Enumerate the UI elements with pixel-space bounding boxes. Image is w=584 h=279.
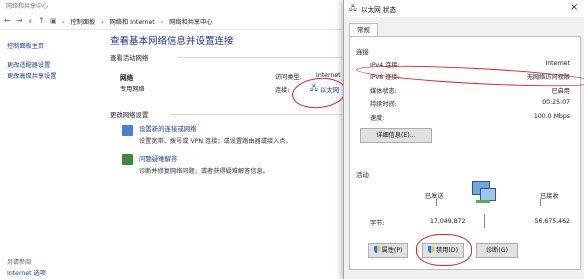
page-title: 查看基本网络信息并设置连接 bbox=[110, 36, 234, 47]
diagnose-button[interactable]: 诊断(G) bbox=[476, 243, 518, 258]
breadcrumb: › 控制面板 › 网络和 Internet › 网络和共享中心 bbox=[62, 19, 213, 26]
duration-value: 00:25:07 bbox=[542, 99, 570, 106]
general-tab-panel: 连接 IPv4 连接: Internet IPv6 连接: 无网络访问权限 媒体… bbox=[349, 36, 584, 270]
shield-icon bbox=[373, 246, 380, 253]
tab-general[interactable]: 常规 bbox=[349, 23, 378, 37]
forward-arrow-icon[interactable]: → bbox=[16, 16, 23, 25]
ethernet-status-dialog: 🖧 以太网 状态 × 常规 连接 IPv4 连接: Internet IPv6 … bbox=[343, 0, 584, 279]
properties-button[interactable]: 属性(P) bbox=[368, 243, 408, 258]
setup-new-connection-desc: 设置宽带、拨号或 VPN 连接；或设置路由器或接入点。 bbox=[139, 138, 292, 145]
duration-label: 持续时间: bbox=[370, 101, 397, 108]
network-name: 网络 bbox=[120, 74, 134, 82]
divider bbox=[178, 57, 343, 58]
separator bbox=[484, 214, 485, 228]
back-arrow-icon[interactable]: ← bbox=[4, 16, 11, 25]
change-settings-title: 更改网络设置 bbox=[110, 111, 149, 119]
network-adapter-icon: 🖧 bbox=[349, 4, 357, 12]
network-type: 专用网络 bbox=[120, 86, 145, 93]
bytes-sent-value: 17,049,872 bbox=[430, 218, 466, 225]
up-arrow-icon[interactable]: ↑ bbox=[38, 16, 45, 25]
dialog-title: 以太网 状态 bbox=[361, 6, 397, 14]
folder-icon: ▣ bbox=[50, 17, 57, 25]
activity-section-title: 活动 bbox=[356, 171, 369, 179]
troubleshoot-desc: 诊断并修复网络问题，或者获得疑难解答信息。 bbox=[139, 168, 269, 175]
close-icon[interactable]: × bbox=[570, 2, 578, 13]
sidebar-item-advanced-sharing[interactable]: 更改高级共享设置 bbox=[7, 71, 57, 80]
sidebar-item-adapter-settings[interactable]: 更改适配器设置 bbox=[7, 60, 50, 69]
received-label: 已接收 bbox=[540, 193, 559, 200]
see-also-title: 另请参阅 bbox=[7, 259, 32, 266]
breadcrumb-item[interactable]: 网络和共享中心 bbox=[169, 19, 212, 26]
sidebar-item-internet-options[interactable]: Internet 选项 bbox=[7, 268, 46, 277]
troubleshoot-icon bbox=[122, 154, 133, 165]
properties-button-label: 属性(P) bbox=[381, 247, 403, 254]
setup-new-connection-link[interactable]: 设置新的连接或网络 bbox=[139, 124, 197, 133]
recent-dropdown-icon[interactable]: ∨ bbox=[28, 18, 32, 25]
details-button[interactable]: 详细信息(E)... bbox=[360, 128, 432, 143]
address-bar: ← → ∨ ↑ ▣ › 控制面板 › 网络和 Internet › 网络和共享中… bbox=[0, 13, 350, 30]
troubleshoot-link[interactable]: 问题疑难解答 bbox=[139, 154, 177, 163]
bytes-label: 字节: bbox=[370, 220, 385, 227]
speed-value: 100.0 Mbps bbox=[533, 113, 570, 120]
breadcrumb-item[interactable]: 控制面板 bbox=[70, 19, 95, 26]
access-type-label: 访问类型: bbox=[275, 74, 302, 81]
divider bbox=[170, 114, 343, 115]
window-title: 网络和共享中心 bbox=[6, 3, 49, 10]
media-state-label: 媒体状态: bbox=[370, 88, 397, 95]
sidebar-item-control-panel-home[interactable]: 控制面板主页 bbox=[7, 41, 44, 50]
sent-label: 已发送 bbox=[425, 193, 444, 200]
dialog-titlebar: 🖧 以太网 状态 × bbox=[344, 0, 584, 17]
active-networks-title: 查看活动网络 bbox=[110, 54, 149, 62]
separator bbox=[436, 199, 437, 206]
separator bbox=[540, 199, 541, 206]
new-connection-icon bbox=[122, 125, 133, 136]
red-annotation-circle bbox=[416, 234, 472, 266]
connection-section-title: 连接 bbox=[356, 48, 369, 56]
network-activity-icon bbox=[468, 179, 496, 207]
breadcrumb-item[interactable]: 网络和 Internet bbox=[110, 19, 155, 26]
connections-label: 连接: bbox=[275, 87, 290, 94]
media-state-value: 已启用 bbox=[551, 88, 570, 95]
bytes-received-value: 56,675,462 bbox=[534, 218, 570, 225]
ipv4-connectivity-value: Internet bbox=[545, 60, 570, 67]
speed-label: 速度: bbox=[370, 115, 385, 122]
